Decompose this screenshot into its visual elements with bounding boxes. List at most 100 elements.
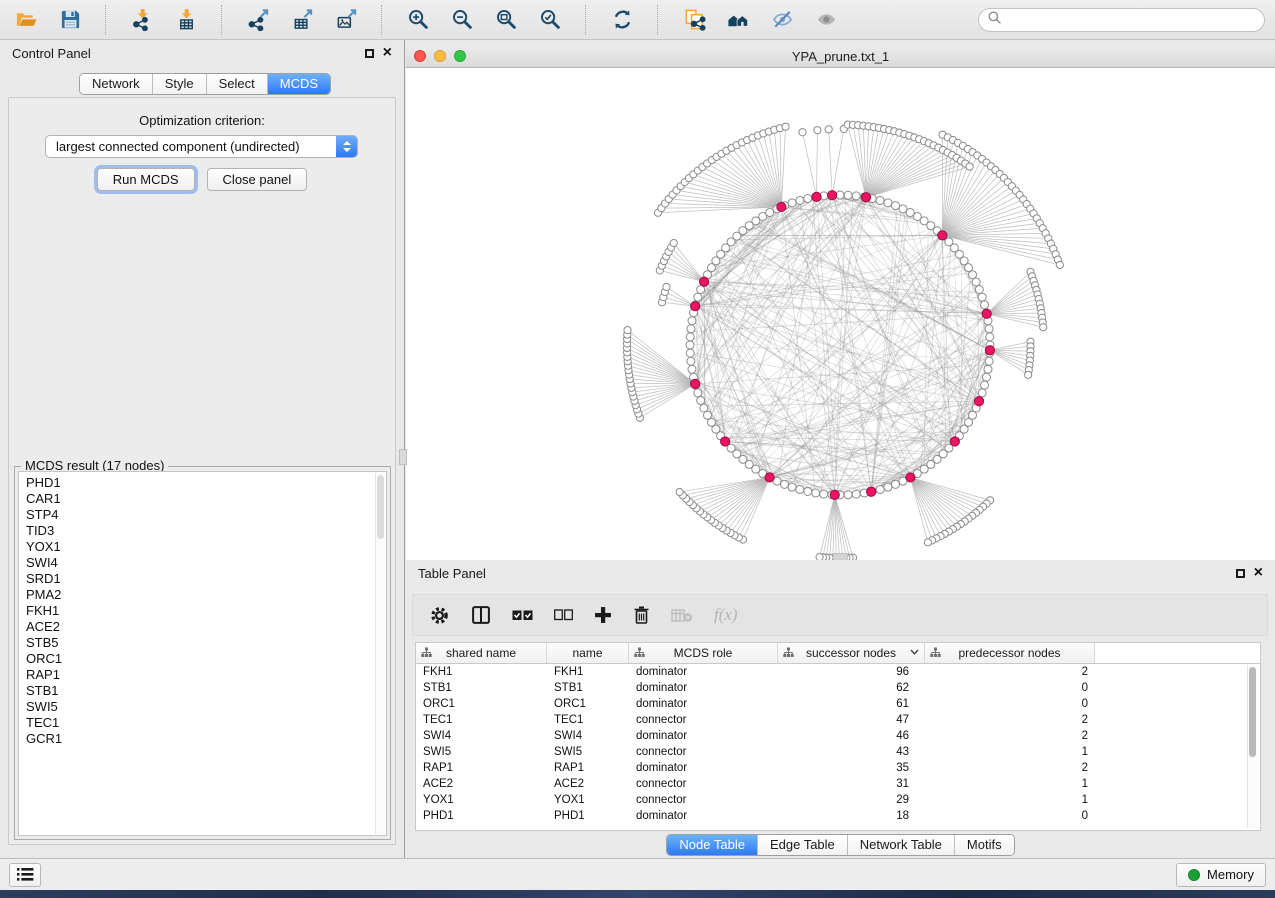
mcds-result-item[interactable]: ORC1 — [26, 651, 386, 667]
select-all-checkboxes-icon — [512, 609, 533, 622]
cell-successor-nodes: 62 — [778, 680, 925, 696]
criterion-dropdown[interactable]: largest connected component (undirected) — [45, 135, 358, 158]
tab-network-table[interactable]: Network Table — [847, 835, 954, 855]
mcds-result-item[interactable]: GCR1 — [26, 731, 386, 747]
close-panel-icon[interactable]: × — [383, 45, 392, 61]
search-input[interactable] — [1007, 12, 1255, 28]
table-row[interactable]: RAP1RAP1dominator352 — [416, 760, 1260, 776]
mcds-list-scrollbar[interactable] — [375, 473, 385, 834]
mcds-result-item[interactable]: SWI4 — [26, 555, 386, 571]
save-session-button[interactable] — [54, 4, 86, 36]
clone-network-button[interactable] — [678, 4, 710, 36]
column-header-name[interactable]: name — [547, 643, 629, 663]
window-maximize-icon[interactable] — [454, 50, 466, 62]
cell-name: FKH1 — [547, 664, 629, 680]
open-file-button[interactable] — [10, 4, 42, 36]
run-mcds-button[interactable]: Run MCDS — [97, 168, 195, 191]
refresh-view-button[interactable] — [606, 4, 638, 36]
column-header-mcds-role[interactable]: MCDS role — [629, 643, 778, 663]
first-neighbors-button[interactable] — [722, 4, 754, 36]
tab-node-table[interactable]: Node Table — [667, 835, 757, 855]
window-minimize-icon[interactable] — [434, 50, 446, 62]
search-box — [978, 8, 1265, 32]
column-layout-button[interactable] — [471, 603, 491, 627]
mcds-result-item[interactable]: PMA2 — [26, 587, 386, 603]
table-row[interactable]: TEC1TEC1connector472 — [416, 712, 1260, 728]
table-row[interactable]: YOX1YOX1connector291 — [416, 792, 1260, 808]
window-close-icon[interactable] — [414, 50, 426, 62]
import-network-button[interactable] — [126, 4, 158, 36]
tab-motifs[interactable]: Motifs — [954, 835, 1014, 855]
zoom-fit-button[interactable] — [490, 4, 522, 36]
zoom-out-button[interactable] — [446, 4, 478, 36]
export-table-button[interactable] — [286, 4, 318, 36]
column-type-icon — [634, 647, 645, 658]
import-table-button[interactable] — [170, 4, 202, 36]
deselect-all-checkboxes-button[interactable] — [554, 603, 573, 627]
mcds-result-item[interactable]: CAR1 — [26, 491, 386, 507]
delete-column-button[interactable] — [633, 603, 650, 627]
float-table-panel-icon[interactable] — [1236, 569, 1245, 578]
table-row[interactable]: PHD1PHD1dominator180 — [416, 808, 1260, 824]
table-row[interactable]: ORC1ORC1dominator610 — [416, 696, 1260, 712]
criterion-dropdown-value: largest connected component (undirected) — [46, 139, 336, 154]
vertical-splitter-handle[interactable] — [399, 449, 407, 465]
close-table-panel-icon[interactable]: × — [1254, 565, 1263, 581]
mcds-result-item[interactable]: YOX1 — [26, 539, 386, 555]
first-neighbors-icon — [727, 8, 750, 31]
mcds-result-item[interactable]: TEC1 — [26, 715, 386, 731]
mcds-result-item[interactable]: FKH1 — [26, 603, 386, 619]
mcds-result-item[interactable]: RAP1 — [26, 667, 386, 683]
control-panel-header: Control Panel × — [0, 40, 404, 66]
mcds-result-item[interactable]: STB5 — [26, 635, 386, 651]
cell-name: PHD1 — [547, 808, 629, 824]
table-row[interactable]: SWI4SWI4dominator462 — [416, 728, 1260, 744]
toolbar-separator — [105, 5, 107, 35]
memory-label: Memory — [1207, 867, 1254, 882]
mcds-result-groupbox: MCDS result (17 nodes) PHD1CAR1STP4TID3Y… — [14, 466, 391, 840]
float-panel-icon[interactable] — [365, 49, 374, 58]
tab-edge-table[interactable]: Edge Table — [757, 835, 847, 855]
zoom-selected-button[interactable] — [534, 4, 566, 36]
network-canvas[interactable] — [406, 68, 1275, 560]
zoom-in-button[interactable] — [402, 4, 434, 36]
mcds-result-item[interactable]: PHD1 — [26, 475, 386, 491]
delete-column-icon — [633, 605, 650, 625]
settings-button[interactable] — [429, 603, 450, 627]
table-row[interactable]: ACE2ACE2connector311 — [416, 776, 1260, 792]
table-scrollbar[interactable] — [1247, 665, 1258, 828]
mcds-result-item[interactable]: SRD1 — [26, 571, 386, 587]
cell-mcds-role: connector — [629, 776, 778, 792]
add-column-button[interactable] — [594, 603, 612, 627]
export-image-button[interactable] — [330, 4, 362, 36]
select-all-checkboxes-button[interactable] — [512, 603, 533, 627]
task-history-button[interactable] — [9, 863, 41, 887]
hide-selected-button[interactable] — [766, 4, 798, 36]
tab-mcds[interactable]: MCDS — [267, 74, 330, 94]
mcds-result-item[interactable]: STP4 — [26, 507, 386, 523]
tab-select[interactable]: Select — [206, 74, 267, 94]
cell-name: TEC1 — [547, 712, 629, 728]
mcds-result-item[interactable]: SWI5 — [26, 699, 386, 715]
column-header-shared-name[interactable]: shared name — [416, 643, 547, 663]
table-row[interactable]: STB1STB1dominator620 — [416, 680, 1260, 696]
column-layout-icon — [471, 605, 491, 625]
mcds-tab-content: Optimization criterion: largest connecte… — [8, 97, 396, 845]
column-header-successor-nodes[interactable]: successor nodes — [778, 643, 925, 663]
table-row[interactable]: SWI5SWI5connector431 — [416, 744, 1260, 760]
cell-name: SWI5 — [547, 744, 629, 760]
mcds-result-item[interactable]: ACE2 — [26, 619, 386, 635]
memory-button[interactable]: Memory — [1176, 863, 1266, 887]
show-all-button[interactable] — [810, 4, 842, 36]
refresh-view-icon — [611, 8, 634, 31]
export-network-button[interactable] — [242, 4, 274, 36]
tab-network[interactable]: Network — [80, 74, 152, 94]
mcds-result-item[interactable]: TID3 — [26, 523, 386, 539]
table-row[interactable]: FKH1FKH1dominator962 — [416, 664, 1260, 680]
dominator-node — [699, 277, 708, 286]
tab-style[interactable]: Style — [152, 74, 206, 94]
dominator-node — [812, 192, 821, 201]
column-header-predecessor-nodes[interactable]: predecessor nodes — [925, 643, 1095, 663]
close-panel-button[interactable]: Close panel — [207, 168, 308, 191]
mcds-result-item[interactable]: STB1 — [26, 683, 386, 699]
